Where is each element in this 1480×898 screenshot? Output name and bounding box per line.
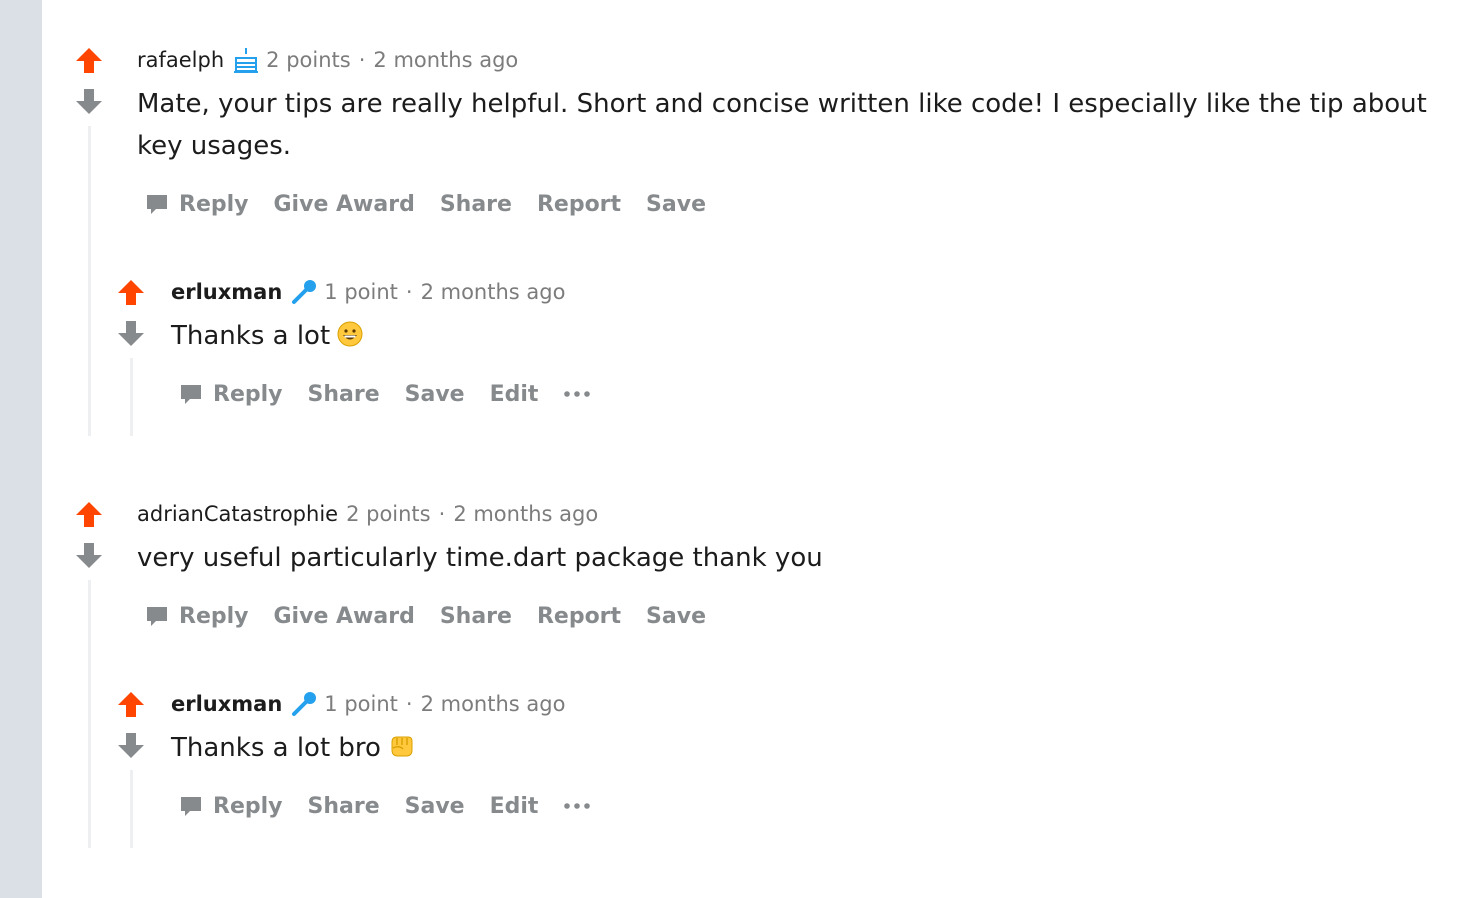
save-button[interactable]: Save (646, 604, 706, 629)
microphone-icon (292, 280, 317, 304)
speech-bubble-icon (181, 797, 201, 816)
downvote-arrow-icon[interactable] (75, 88, 103, 116)
author-name[interactable]: adrianCatastrophie (137, 500, 338, 528)
comment-text: Thanks a lot (171, 321, 331, 351)
cake-icon (234, 48, 259, 73)
points: 2 points (266, 48, 351, 72)
comment-body: Thanks a lot bro (171, 727, 415, 769)
timestamp[interactable]: 2 months ago (421, 690, 566, 718)
separator: · (438, 502, 446, 526)
reply-button[interactable]: Reply (145, 604, 249, 629)
comment-body: Thanks a lot (171, 315, 364, 357)
downvote-arrow-icon[interactable] (75, 542, 103, 570)
speech-bubble-icon (147, 607, 167, 626)
save-button[interactable]: Save (405, 794, 465, 819)
more-options-icon[interactable] (563, 801, 591, 811)
comment-header: adrianCatastrophie 2 points · 2 months a… (137, 500, 598, 528)
points: 2 points (346, 502, 431, 526)
thread-line[interactable] (88, 126, 91, 436)
reply-label: Reply (179, 191, 249, 217)
vote-column (75, 500, 105, 570)
author-name[interactable]: erluxman (171, 690, 282, 718)
comment-thread: rafaelph 2 points · 2 months ago Mate, y… (0, 0, 1480, 898)
grinning-face-emoji (337, 321, 363, 347)
comment-header: erluxman 1 point · 2 months ago (171, 278, 565, 306)
more-options-icon[interactable] (563, 389, 591, 399)
reply-button[interactable]: Reply (179, 794, 283, 819)
upvote-arrow-icon[interactable] (117, 690, 145, 718)
give-award-button[interactable]: Give Award (274, 192, 415, 217)
points: 1 point (324, 692, 398, 716)
reply-button[interactable]: Reply (179, 382, 283, 407)
comment-text: Thanks a lot bro (171, 733, 381, 763)
give-award-button[interactable]: Give Award (274, 604, 415, 629)
downvote-arrow-icon[interactable] (117, 732, 145, 760)
speech-bubble-icon (181, 385, 201, 404)
separator: · (358, 48, 366, 72)
edit-button[interactable]: Edit (490, 794, 539, 819)
thread-line[interactable] (130, 770, 133, 848)
comment-actions: Reply Share Save Edit (179, 376, 591, 412)
comment-header: rafaelph 2 points · 2 months ago (137, 46, 518, 74)
thread-line[interactable] (130, 358, 133, 436)
save-button[interactable]: Save (405, 382, 465, 407)
author-name[interactable]: rafaelph (137, 46, 224, 74)
thread-line[interactable] (88, 580, 91, 848)
comment-actions: Reply Give Award Share Report Save (145, 186, 731, 222)
separator: · (405, 692, 413, 716)
timestamp[interactable]: 2 months ago (453, 500, 598, 528)
points: 1 point (324, 280, 398, 304)
microphone-icon (292, 692, 317, 716)
report-button[interactable]: Report (537, 604, 621, 629)
upvote-arrow-icon[interactable] (75, 500, 103, 528)
report-button[interactable]: Report (537, 192, 621, 217)
share-button[interactable]: Share (308, 382, 380, 407)
share-button[interactable]: Share (440, 192, 512, 217)
share-button[interactable]: Share (308, 794, 380, 819)
save-button[interactable]: Save (646, 192, 706, 217)
author-name[interactable]: erluxman (171, 278, 282, 306)
reply-label: Reply (179, 603, 249, 629)
share-button[interactable]: Share (440, 604, 512, 629)
comment-body: very useful particularly time.dart packa… (137, 543, 823, 573)
comment-body: Mate, your tips are really helpful. Shor… (137, 89, 1427, 161)
downvote-arrow-icon[interactable] (117, 320, 145, 348)
reply-button[interactable]: Reply (145, 192, 249, 217)
timestamp[interactable]: 2 months ago (373, 46, 518, 74)
vote-column (75, 46, 105, 116)
fist-bump-emoji (391, 736, 413, 757)
timestamp[interactable]: 2 months ago (421, 278, 566, 306)
upvote-arrow-icon[interactable] (75, 46, 103, 74)
reply-label: Reply (213, 793, 283, 819)
vote-column (117, 278, 147, 348)
reply-label: Reply (213, 381, 283, 407)
comment-actions: Reply Share Save Edit (179, 788, 591, 824)
separator: · (405, 280, 413, 304)
vote-column (117, 690, 147, 760)
speech-bubble-icon (147, 195, 167, 214)
upvote-arrow-icon[interactable] (117, 278, 145, 306)
edit-button[interactable]: Edit (490, 382, 539, 407)
comment-actions: Reply Give Award Share Report Save (145, 598, 731, 634)
comment-header: erluxman 1 point · 2 months ago (171, 690, 565, 718)
